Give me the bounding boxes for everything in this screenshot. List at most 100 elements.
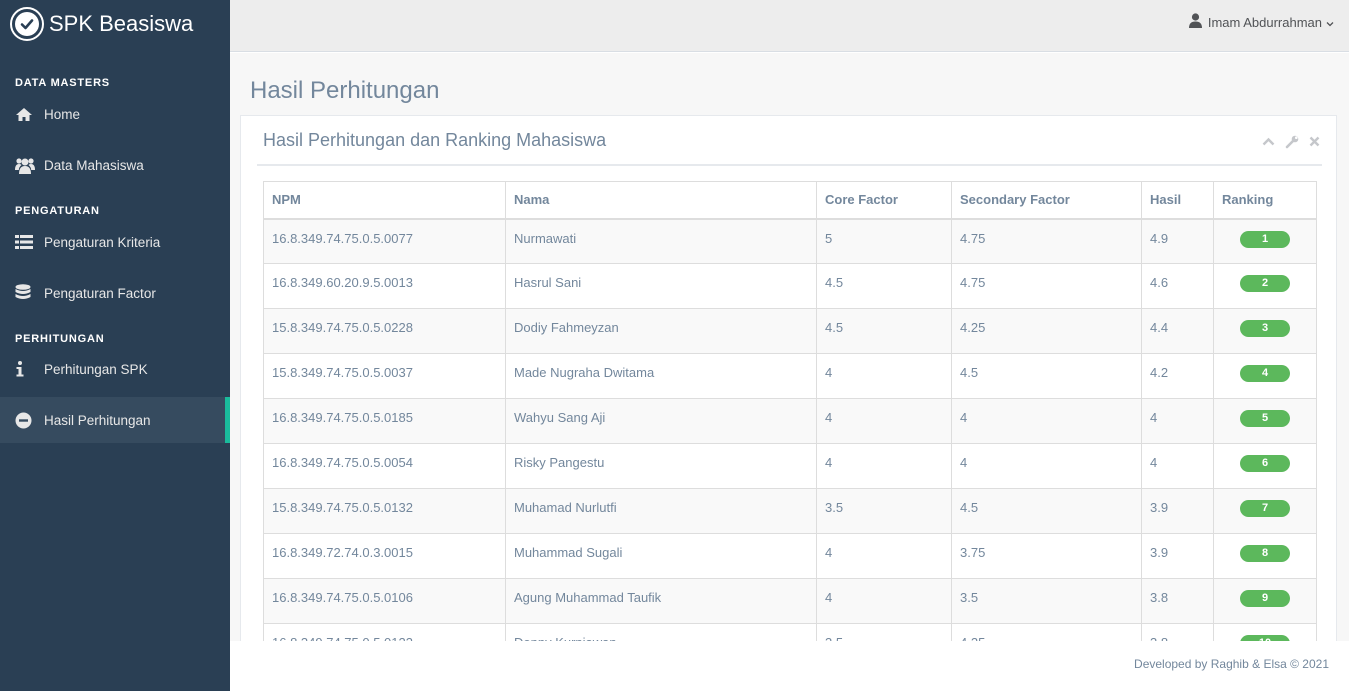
cell-core-factor: 4: [816, 398, 952, 444]
sidebar-item-data-mahasiswa[interactable]: Data Mahasiswa: [0, 149, 230, 181]
column-header-npm[interactable]: NPM: [263, 181, 506, 220]
cell-hasil: 4.4: [1141, 308, 1214, 354]
ranking-badge: 2: [1240, 275, 1290, 292]
cell-npm: 16.8.349.74.75.0.5.0185: [263, 398, 506, 444]
cell-npm: 15.8.349.74.75.0.5.0228: [263, 308, 506, 354]
cell-nama: Risky Pangestu: [505, 443, 817, 489]
ranking-badge: 3: [1240, 320, 1290, 337]
cell-npm: 16.8.349.74.75.0.5.0123: [263, 623, 506, 641]
table-row: 15.8.349.74.75.0.5.0228 Dodiy Fahmeyzan …: [263, 308, 1317, 354]
ranking-badge: 4: [1240, 365, 1290, 382]
cell-secondary-factor: 4.75: [951, 218, 1142, 264]
cell-nama: Wahyu Sang Aji: [505, 398, 817, 444]
table-row: 16.8.349.74.75.0.5.0054 Risky Pangestu 4…: [263, 443, 1317, 489]
cell-ranking: 8: [1213, 533, 1317, 579]
results-panel: Hasil Perhitungan dan Ranking Mahasiswa: [240, 115, 1337, 641]
check-circle-icon: [10, 7, 44, 41]
cell-nama: Hasrul Sani: [505, 263, 817, 309]
column-header-hasil[interactable]: Hasil: [1141, 181, 1214, 220]
cell-ranking: 9: [1213, 578, 1317, 624]
cell-npm: 16.8.349.72.74.0.3.0015: [263, 533, 506, 579]
cell-secondary-factor: 4.5: [951, 488, 1142, 534]
panel-toolbox: [1261, 134, 1322, 149]
panel-title: Hasil Perhitungan dan Ranking Mahasiswa: [263, 130, 607, 150]
cell-core-factor: 3.5: [816, 488, 952, 534]
minus-circle-icon: [15, 412, 44, 429]
sidebar-item-label: Perhitungan SPK: [44, 361, 148, 377]
brand[interactable]: SPK Beasiswa: [0, 0, 230, 48]
sidebar-item-label: Pengaturan Kriteria: [44, 234, 161, 250]
panel-header: Hasil Perhitungan dan Ranking Mahasiswa: [257, 116, 1322, 166]
database-icon: [15, 284, 44, 302]
table-row: 16.8.349.74.75.0.5.0185 Wahyu Sang Aji 4…: [263, 398, 1317, 444]
collapse-icon[interactable]: [1261, 134, 1276, 149]
footer: Developed by Raghib & Elsa © 2021: [230, 641, 1349, 691]
cell-core-factor: 4: [816, 578, 952, 624]
user-icon: [1188, 13, 1202, 31]
cell-hasil: 3.9: [1141, 533, 1214, 579]
cell-npm: 16.8.349.74.75.0.5.0106: [263, 578, 506, 624]
users-icon: [15, 157, 44, 174]
cell-hasil: 4.2: [1141, 353, 1214, 399]
ranking-table: NPM Nama Core Factor Secondary Factor Ha…: [263, 181, 1317, 641]
table-row: 16.8.349.74.75.0.5.0123 Denny Kurniawan …: [263, 623, 1317, 641]
cell-secondary-factor: 4.75: [951, 263, 1142, 309]
ranking-badge: 7: [1240, 500, 1290, 517]
cell-npm: 16.8.349.74.75.0.5.0077: [263, 218, 506, 264]
table-row: 16.8.349.74.75.0.5.0077 Nurmawati 5 4.75…: [263, 218, 1317, 264]
cell-ranking: 1: [1213, 218, 1317, 264]
column-header-secondary-factor[interactable]: Secondary Factor: [951, 181, 1142, 220]
sidebar-item-pengaturan-kriteria[interactable]: Pengaturan Kriteria: [0, 226, 230, 258]
sidebar-item-hasil-perhitungan[interactable]: Hasil Perhitungan: [0, 397, 230, 443]
cell-hasil: 3.9: [1141, 488, 1214, 534]
cell-npm: 15.8.349.74.75.0.5.0037: [263, 353, 506, 399]
cell-nama: Denny Kurniawan: [505, 623, 817, 641]
cell-hasil: 4.9: [1141, 218, 1214, 264]
cell-nama: Muhammad Sugali: [505, 533, 817, 579]
cell-ranking: 3: [1213, 308, 1317, 354]
cell-core-factor: 4: [816, 353, 952, 399]
column-header-core-factor[interactable]: Core Factor: [816, 181, 952, 220]
cell-secondary-factor: 4: [951, 398, 1142, 444]
cell-npm: 16.8.349.60.20.9.5.0013: [263, 263, 506, 309]
sidebar-item-home[interactable]: Home: [0, 98, 230, 130]
cell-ranking: 7: [1213, 488, 1317, 534]
table-header-row: NPM Nama Core Factor Secondary Factor Ha…: [263, 181, 1317, 220]
sidebar-item-label: Data Mahasiswa: [44, 157, 144, 173]
cell-hasil: 4.6: [1141, 263, 1214, 309]
table-row: 16.8.349.72.74.0.3.0015 Muhammad Sugali …: [263, 533, 1317, 579]
user-menu[interactable]: Imam Abdurrahman: [1188, 13, 1334, 31]
cell-nama: Dodiy Fahmeyzan: [505, 308, 817, 354]
home-icon: [15, 107, 44, 122]
cell-hasil: 4: [1141, 443, 1214, 489]
ranking-badge: 9: [1240, 590, 1290, 607]
section-title-data-masters: DATA MASTERS: [15, 77, 110, 89]
top-navbar: Imam Abdurrahman: [230, 0, 1349, 52]
cell-ranking: 2: [1213, 263, 1317, 309]
table-row: 16.8.349.74.75.0.5.0106 Agung Muhammad T…: [263, 578, 1317, 624]
cell-ranking: 5: [1213, 398, 1317, 444]
cell-core-factor: 4.5: [816, 263, 952, 309]
sidebar-item-pengaturan-factor[interactable]: Pengaturan Factor: [0, 277, 230, 309]
table-body: 16.8.349.74.75.0.5.0077 Nurmawati 5 4.75…: [263, 218, 1317, 641]
cell-core-factor: 4: [816, 443, 952, 489]
sidebar-item-perhitungan-spk[interactable]: Perhitungan SPK: [0, 353, 230, 385]
ranking-badge: 6: [1240, 455, 1290, 472]
footer-credit: Developed by Raghib & Elsa © 2021: [1134, 657, 1329, 671]
column-header-ranking[interactable]: Ranking: [1213, 181, 1317, 220]
section-title-pengaturan: PENGATURAN: [15, 205, 100, 217]
cell-hasil: 3.8: [1141, 623, 1214, 641]
user-name: Imam Abdurrahman: [1207, 14, 1322, 30]
cell-secondary-factor: 4.25: [951, 308, 1142, 354]
cell-nama: Made Nugraha Dwitama: [505, 353, 817, 399]
sidebar-item-label: Pengaturan Factor: [44, 285, 156, 301]
cell-secondary-factor: 4.5: [951, 353, 1142, 399]
cell-nama: Agung Muhammad Taufik: [505, 578, 817, 624]
column-header-nama[interactable]: Nama: [505, 181, 817, 220]
cell-npm: 15.8.349.74.75.0.5.0132: [263, 488, 506, 534]
cell-hasil: 4: [1141, 398, 1214, 444]
cell-hasil: 3.8: [1141, 578, 1214, 624]
page-title: Hasil Perhitungan: [250, 77, 440, 104]
wrench-icon[interactable]: [1284, 134, 1299, 149]
close-icon[interactable]: [1307, 134, 1322, 149]
